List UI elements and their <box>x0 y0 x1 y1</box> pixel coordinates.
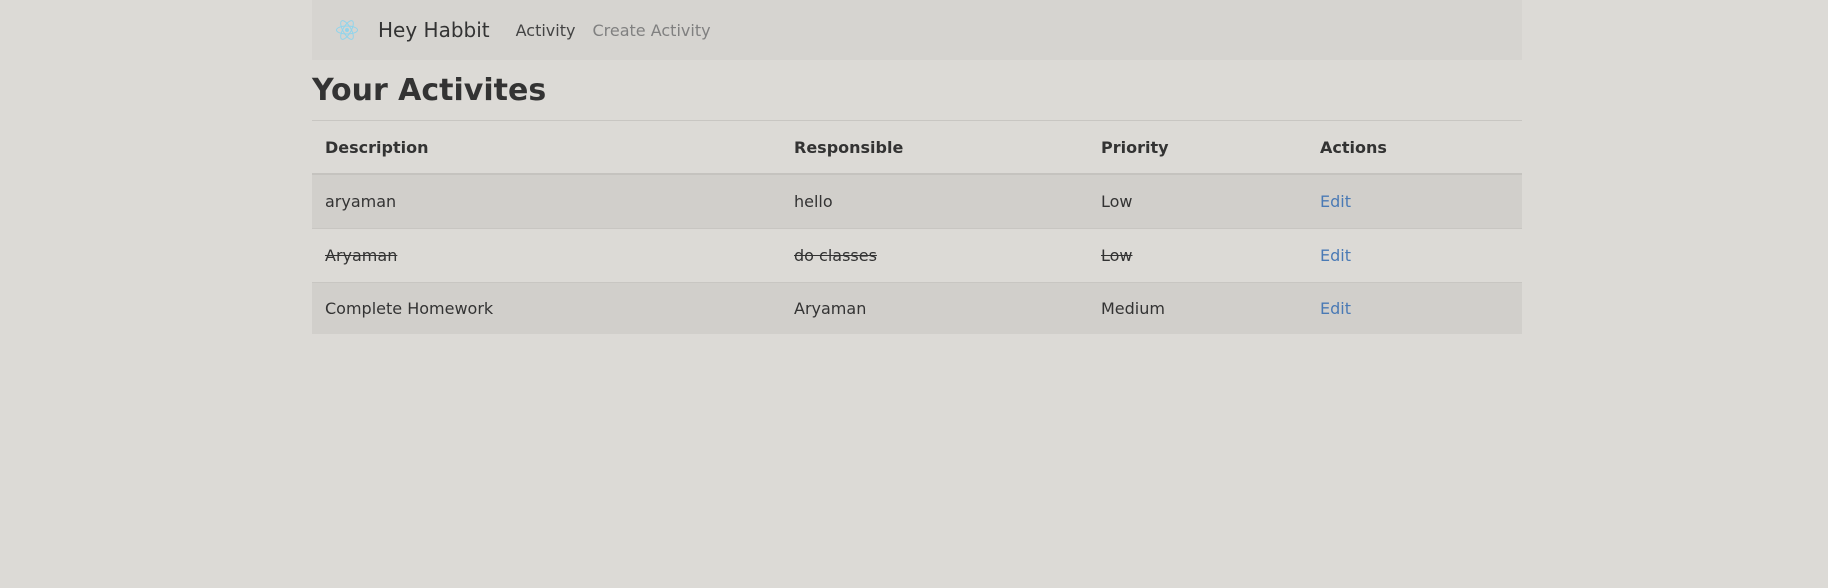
edit-link[interactable]: Edit <box>1320 299 1351 318</box>
cell-responsible: Aryaman <box>781 282 1088 334</box>
edit-link[interactable]: Edit <box>1320 192 1351 211</box>
app-container: Hey Habbit Activity Create Activity Your… <box>312 0 1522 334</box>
table-body: aryaman hello Low Edit Aryaman do classe… <box>312 174 1522 334</box>
cell-description: Complete Homework <box>312 282 781 334</box>
cell-responsible: do classes <box>781 228 1088 283</box>
table-row: aryaman hello Low Edit <box>312 174 1522 229</box>
table-row: Complete Homework Aryaman Medium Edit <box>312 282 1522 334</box>
cell-priority: Low <box>1088 174 1307 229</box>
activities-table: Description Responsible Priority Actions… <box>312 120 1522 334</box>
nav-link-activity[interactable]: Activity <box>516 21 576 40</box>
column-header-actions: Actions <box>1307 120 1522 175</box>
table-header-row: Description Responsible Priority Actions <box>312 120 1522 175</box>
cell-responsible: hello <box>781 174 1088 229</box>
table-row: Aryaman do classes Low Edit <box>312 228 1522 283</box>
edit-link[interactable]: Edit <box>1320 246 1351 265</box>
brand-name[interactable]: Hey Habbit <box>378 18 490 42</box>
column-header-priority: Priority <box>1088 120 1307 175</box>
cell-priority: Low <box>1088 228 1307 283</box>
cell-actions: Edit <box>1307 282 1522 334</box>
page-title: Your Activites <box>312 72 547 108</box>
nav-link-create-activity[interactable]: Create Activity <box>592 21 710 40</box>
column-header-responsible: Responsible <box>781 120 1088 175</box>
table-header: Description Responsible Priority Actions <box>312 120 1522 175</box>
cell-actions: Edit <box>1307 228 1522 283</box>
navbar: Hey Habbit Activity Create Activity <box>312 0 1522 60</box>
react-logo-svg <box>336 20 358 40</box>
cell-description: Aryaman <box>312 228 781 283</box>
react-logo-icon[interactable] <box>332 15 362 45</box>
cell-priority: Medium <box>1088 282 1307 334</box>
cell-description: aryaman <box>312 174 781 229</box>
column-header-description: Description <box>312 120 781 175</box>
cell-actions: Edit <box>1307 174 1522 229</box>
